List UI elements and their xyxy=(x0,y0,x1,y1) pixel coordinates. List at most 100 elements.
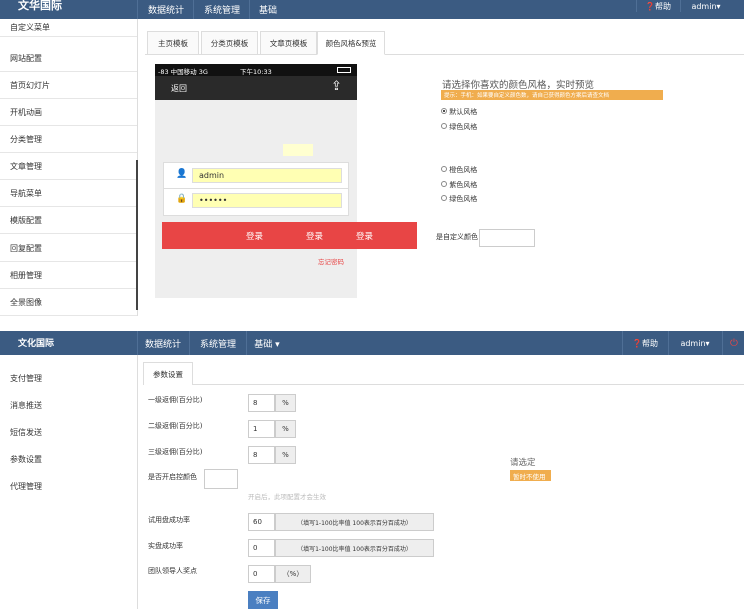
username-input[interactable]: admin xyxy=(192,168,342,183)
real-rate-addon: （填写1-100比率值 100表示百分百成功） xyxy=(275,539,434,557)
style-option-label: 紫色风格 xyxy=(449,181,478,189)
bottom-navbar: 文化国际 数据统计 系统管理 基础 ▾ ❓ 帮助 admin ▾ ⏻ xyxy=(0,331,744,355)
phone-back-button[interactable]: 返回 xyxy=(171,83,187,94)
top-navbar: 文华国际 数据统计 系统管理 基础 ❓ 帮助 admin ▾ xyxy=(0,0,744,19)
radio[interactable] xyxy=(441,123,447,129)
faint-hint: 开启后，此项配置才会生效 xyxy=(248,493,326,501)
password-input[interactable]: •••••• xyxy=(192,193,342,208)
sidebar-item[interactable]: 回复配置 xyxy=(0,235,137,262)
sidebar-item[interactable]: 文章管理 xyxy=(0,153,137,180)
right-prompt: 请选定 xyxy=(510,458,536,468)
radio[interactable] xyxy=(441,181,447,187)
style-option-4[interactable]: 绿色风格 xyxy=(441,194,477,204)
style-option-label: 默认风格 xyxy=(449,108,478,116)
style-option-3[interactable]: 紫色风格 xyxy=(441,180,477,190)
bottom-tab-bar: 参数设置 xyxy=(143,362,744,385)
trial-rate-addon: （填写1-100比率值 100表示百分百成功） xyxy=(275,513,434,531)
login-button-label: 登录 xyxy=(246,232,264,242)
style-option-label: 绿色风格 xyxy=(449,123,478,131)
tab-parameters[interactable]: 参数设置 xyxy=(143,362,193,385)
rebate-input-3[interactable]: 8 xyxy=(248,446,275,464)
top-user-label: admin xyxy=(691,1,717,11)
help-icon: ❓ xyxy=(645,1,655,11)
sidebar-item[interactable]: 代理管理 xyxy=(0,473,137,500)
top-help-button[interactable]: ❓ 帮助 xyxy=(636,0,679,12)
bottom-user-label: admin xyxy=(680,338,706,348)
sidebar-item[interactable]: 首页幻灯片 xyxy=(0,72,137,99)
sidebar-item[interactable]: 全景图像 xyxy=(0,289,137,316)
style-heading: 请选择你喜欢的颜色风格，实时预览 xyxy=(442,80,595,91)
top-tab-bar: 主页模板 分类页模板 文章页模板 颜色风格&预览 xyxy=(145,31,744,55)
form-divider xyxy=(164,188,348,189)
bottom-nav-stats[interactable]: 数据统计 xyxy=(137,331,188,355)
sidebar-item[interactable]: 参数设置 xyxy=(0,446,137,473)
login-form: 👤 admin 🔒 •••••• xyxy=(163,162,349,216)
chevron-down-icon: ▾ xyxy=(705,338,710,348)
radio-selected[interactable] xyxy=(441,108,447,114)
login-button-strip[interactable]: 登录 登录 登录 xyxy=(162,222,417,249)
top-brand: 文华国际 xyxy=(18,0,62,12)
save-button[interactable]: 保存 xyxy=(248,591,278,609)
top-sidebar: 自定义菜单 网站配置 首页幻灯片 开机动画 分类管理 文章管理 导航菜单 模版配… xyxy=(0,19,138,316)
phone-blank-spot xyxy=(283,144,313,156)
top-nav-stats[interactable]: 数据统计 xyxy=(137,0,194,19)
color-toggle-label: 是否开启控颜色 xyxy=(148,473,197,481)
sidebar-item[interactable]: 开机动画 xyxy=(0,99,137,126)
sidebar-item[interactable]: 网站配置 xyxy=(0,45,137,72)
style-option-label: 橙色风格 xyxy=(449,166,478,174)
custom-color-input[interactable] xyxy=(479,229,535,247)
rebate-input-2[interactable]: 1 xyxy=(248,420,275,438)
tab-article-template[interactable]: 文章页模板 xyxy=(260,31,317,54)
sidebar-item[interactable]: 消息推送 xyxy=(0,392,137,419)
bottom-nav-basic[interactable]: 基础 ▾ xyxy=(246,331,287,355)
sidebar-item[interactable]: 相册管理 xyxy=(0,262,137,289)
trial-rate-input[interactable]: 60 xyxy=(248,513,275,531)
status-time: 下午10:33 xyxy=(240,68,272,76)
sidebar-item[interactable]: 分类管理 xyxy=(0,126,137,153)
phone-preview: -83 中国移动 3G 下午10:33 返回 ⇪ 👤 admin 🔒 •••••… xyxy=(155,64,357,298)
power-icon[interactable]: ⏻ xyxy=(722,331,744,355)
top-nav-basic[interactable]: 基础 xyxy=(249,0,286,19)
radio[interactable] xyxy=(441,166,447,172)
style-option-0[interactable]: 默认风格 xyxy=(441,107,477,117)
bottom-sidebar: 支付管理 消息推送 短信发送 参数设置 代理管理 xyxy=(0,355,138,609)
real-rate-label: 实盘成功率 xyxy=(148,542,183,550)
share-icon[interactable]: ⇪ xyxy=(331,79,342,94)
bottom-brand: 文化国际 xyxy=(18,339,55,349)
phone-header: 返回 ⇪ xyxy=(155,76,357,100)
battery-icon xyxy=(337,67,351,73)
bottom-help-button[interactable]: ❓ 帮助 xyxy=(622,331,667,355)
tab-category-template[interactable]: 分类页模板 xyxy=(201,31,258,54)
sidebar-item[interactable]: 模版配置 xyxy=(0,207,137,234)
style-option-1[interactable]: 绿色风格 xyxy=(441,122,477,132)
radio[interactable] xyxy=(441,195,447,201)
sidebar-item[interactable]: 自定义菜单 xyxy=(0,19,137,37)
rebate-label-1: 一级返佣(百分比) xyxy=(148,396,203,404)
style-option-2[interactable]: 橙色风格 xyxy=(441,165,477,175)
leader-bonus-input[interactable]: 0 xyxy=(248,565,275,583)
rebate-addon-1: % xyxy=(275,394,296,412)
help-icon: ❓ xyxy=(632,338,642,348)
top-user-menu[interactable]: admin ▾ xyxy=(680,0,731,12)
top-nav-system[interactable]: 系统管理 xyxy=(193,0,250,19)
sidebar-item[interactable]: 导航菜单 xyxy=(0,180,137,207)
real-rate-input[interactable]: 0 xyxy=(248,539,275,557)
bottom-user-menu[interactable]: admin ▾ xyxy=(668,331,721,355)
bottom-nav-system[interactable]: 系统管理 xyxy=(189,331,246,355)
color-toggle-input[interactable] xyxy=(204,469,238,489)
login-button-label: 登录 xyxy=(356,232,374,242)
tab-home-template[interactable]: 主页模板 xyxy=(147,31,199,54)
user-icon: 👤 xyxy=(176,169,188,179)
right-badge: 暂时不使用 xyxy=(510,470,551,481)
rebate-label-2: 二级返佣(百分比) xyxy=(148,422,203,430)
sidebar-item[interactable]: 支付管理 xyxy=(0,365,137,392)
tab-color-style[interactable]: 颜色风格&预览 xyxy=(317,31,385,55)
rebate-addon-2: % xyxy=(275,420,296,438)
sidebar-item[interactable]: 短信发送 xyxy=(0,419,137,446)
sidebar-scroll-indicator xyxy=(136,160,138,310)
top-help-label: 帮助 xyxy=(654,1,671,11)
rebate-input-1[interactable]: 8 xyxy=(248,394,275,412)
forgot-password-link[interactable]: 忘记密码 xyxy=(318,256,344,266)
custom-color-label: 是自定义颜色 xyxy=(436,233,478,241)
bottom-help-label: 帮助 xyxy=(641,338,658,348)
